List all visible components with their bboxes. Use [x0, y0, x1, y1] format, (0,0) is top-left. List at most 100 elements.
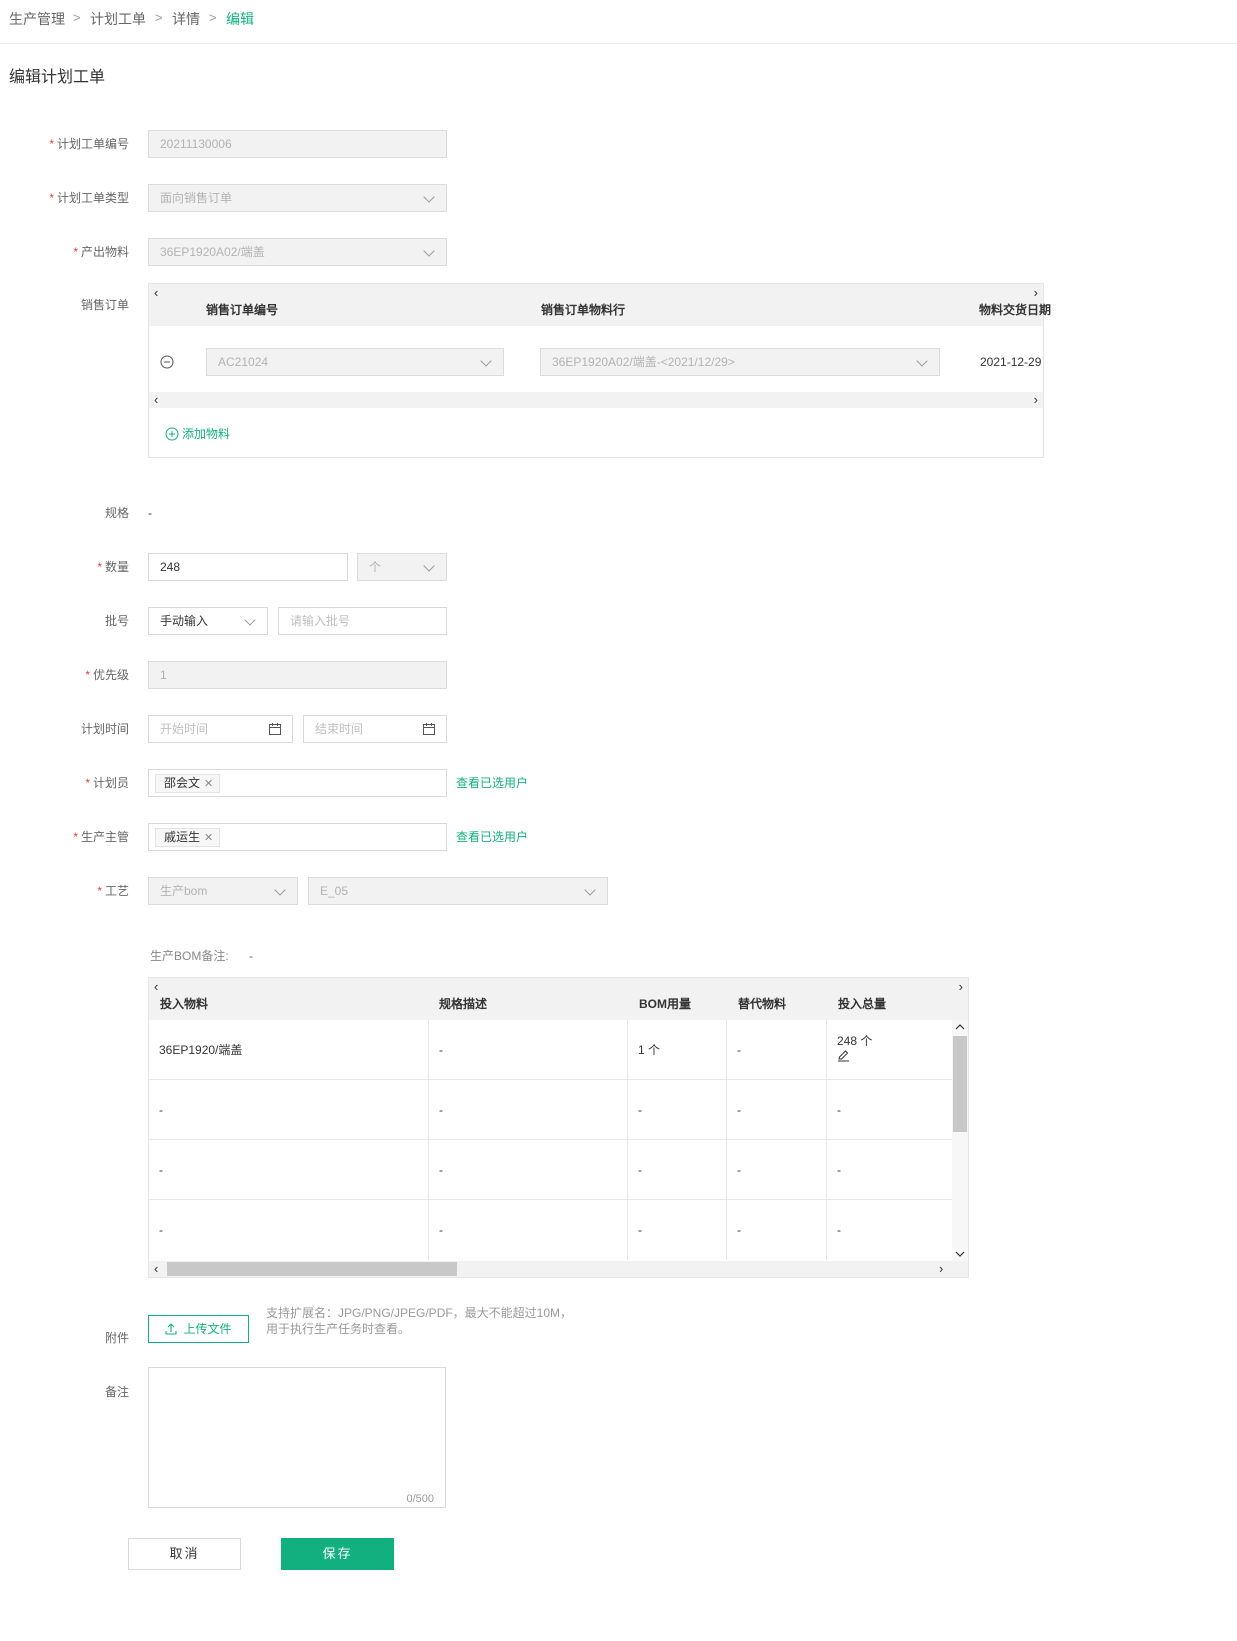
horizontal-scrollbar[interactable]: ‹ ›: [149, 392, 1043, 408]
table-cell: -: [149, 1200, 429, 1260]
column-header: BOM用量: [639, 997, 691, 1011]
bom-note-label: 生产BOM备注:: [150, 949, 229, 963]
upload-hint: 支持扩展名：JPG/PNG/JPEG/PDF，最大不能超过10M，用于执行生产任…: [266, 1306, 573, 1336]
save-button[interactable]: 保存: [281, 1538, 394, 1570]
cancel-button[interactable]: 取消: [128, 1538, 241, 1570]
table-cell: -: [727, 1020, 827, 1080]
bom-table: ‹ › 投入物料 规格描述 BOM用量 替代物料 投入总量 36EP1920/端…: [148, 977, 969, 1278]
table-cell: -: [628, 1200, 727, 1260]
scroll-down-icon[interactable]: [955, 1250, 965, 1258]
quantity-label: * 数量: [97, 560, 129, 574]
bom-note-value: -: [249, 949, 253, 963]
table-cell: -: [837, 1223, 841, 1237]
table-header: ‹ › 销售订单编号 销售订单物料行 物料交货日期: [149, 284, 1051, 326]
chevron-down-icon: [244, 614, 256, 626]
breadcrumb-separator: >: [209, 10, 217, 25]
delivery-date: 2021-12-29: [980, 355, 1042, 369]
plus-circle-icon: [165, 427, 179, 441]
total-input-cell: 248 个: [827, 1020, 952, 1080]
chevron-down-icon: [423, 245, 435, 257]
table-cell: -: [429, 1140, 628, 1200]
edit-icon[interactable]: [837, 1049, 850, 1062]
sales-order-label: 销售订单: [80, 298, 129, 312]
batch-input[interactable]: 请输入批号: [278, 607, 447, 635]
table-cell: -: [149, 1140, 429, 1200]
plan-time-label: 计划时间: [80, 722, 129, 736]
horizontal-scroll-thumb[interactable]: [167, 1262, 457, 1276]
horizontal-scrollbar[interactable]: ‹ ›: [149, 1261, 968, 1277]
scroll-left-arrow[interactable]: ‹: [154, 980, 158, 994]
page-title: 编辑计划工单: [9, 69, 106, 86]
priority-field: 1: [148, 661, 447, 689]
bom-type-select: 生产bom: [148, 877, 298, 905]
scroll-up-icon[interactable]: [955, 1023, 965, 1031]
spec-label: 规格: [104, 506, 129, 520]
attachment-label: 附件: [104, 1331, 129, 1345]
table-row: - - - - -: [149, 1080, 952, 1140]
start-time-picker[interactable]: 开始时间: [148, 715, 293, 743]
calendar-icon: [423, 723, 435, 735]
table-cell: -: [837, 1163, 841, 1177]
order-no-field: 20211130006: [148, 130, 447, 158]
close-icon[interactable]: ✕: [204, 778, 213, 790]
planner-label: * 计划员: [85, 776, 129, 790]
remark-textarea[interactable]: 0/500: [148, 1367, 446, 1508]
scroll-left-arrow[interactable]: ‹: [154, 286, 158, 300]
scroll-right-arrow[interactable]: ›: [959, 980, 963, 994]
breadcrumb: 生产管理 > 计划工单 > 详情 > 编辑: [0, 0, 1237, 44]
upload-icon: [165, 1323, 178, 1335]
supervisor-select[interactable]: 戚运生 ✕: [148, 823, 447, 851]
close-icon[interactable]: ✕: [204, 832, 213, 844]
breadcrumb-edit: 编辑: [226, 11, 254, 27]
view-selected-planners-link[interactable]: 查看已选用户: [456, 775, 528, 791]
table-cell: -: [628, 1140, 727, 1200]
table-row: 36EP1920/端盖 - 1 个 - 248 个: [149, 1020, 952, 1080]
table-cell: -: [628, 1080, 727, 1140]
table-row: - - - - -: [149, 1200, 952, 1260]
table-cell: 1 个: [628, 1020, 727, 1080]
planner-select[interactable]: 邵会文 ✕: [148, 769, 447, 797]
table-cell: -: [837, 1103, 841, 1117]
char-counter: 0/500: [406, 1493, 434, 1505]
quantity-input[interactable]: 248: [148, 553, 348, 581]
table-cell: -: [727, 1080, 827, 1140]
batch-label: 批号: [104, 614, 129, 628]
vertical-scrollbar[interactable]: [952, 1020, 968, 1261]
table-cell: -: [727, 1140, 827, 1200]
column-header: 销售订单编号: [206, 303, 279, 317]
remove-row-icon[interactable]: [160, 355, 174, 369]
column-header: 销售订单物料行: [541, 303, 626, 317]
table-row: - - - - -: [149, 1140, 952, 1200]
chevron-down-icon: [423, 191, 435, 203]
order-type-select: 面向销售订单: [148, 184, 447, 212]
view-selected-supervisors-link[interactable]: 查看已选用户: [456, 829, 528, 845]
scroll-right-arrow[interactable]: ›: [939, 1262, 943, 1276]
chevron-down-icon: [423, 560, 435, 572]
upload-button-label: 上传文件: [183, 1322, 232, 1336]
table-cell: 36EP1920/端盖: [149, 1020, 429, 1080]
vertical-scroll-thumb[interactable]: [953, 1036, 967, 1132]
end-time-picker[interactable]: 结束时间: [303, 715, 447, 743]
table-header: ‹ › 投入物料 规格描述 BOM用量 替代物料 投入总量: [149, 978, 968, 1020]
breadcrumb-detail[interactable]: 详情: [172, 10, 200, 28]
order-no-label: * 计划工单编号: [49, 137, 129, 151]
upload-file-button[interactable]: 上传文件: [148, 1315, 249, 1343]
table-cell: -: [149, 1080, 429, 1140]
column-header: 投入物料: [160, 997, 209, 1011]
planner-tag: 邵会文 ✕: [155, 774, 221, 793]
column-header: 替代物料: [738, 997, 787, 1011]
remark-label: 备注: [104, 1385, 129, 1399]
scroll-left-arrow[interactable]: ‹: [154, 393, 158, 407]
scroll-right-arrow[interactable]: ›: [1034, 393, 1038, 407]
supervisor-label: * 生产主管: [73, 830, 129, 844]
batch-mode-select[interactable]: 手动输入: [148, 607, 268, 635]
scroll-right-arrow[interactable]: ›: [1034, 286, 1038, 300]
table-cell: -: [429, 1080, 628, 1140]
output-material-label: * 产出物料: [73, 245, 129, 259]
add-material-button[interactable]: 添加物料: [165, 427, 230, 441]
breadcrumb-separator: >: [73, 10, 81, 25]
table-cell: -: [727, 1200, 827, 1260]
breadcrumb-plan-orders[interactable]: 计划工单: [90, 10, 146, 28]
scroll-left-arrow[interactable]: ‹: [154, 1262, 158, 1276]
breadcrumb-production[interactable]: 生产管理: [9, 10, 65, 28]
